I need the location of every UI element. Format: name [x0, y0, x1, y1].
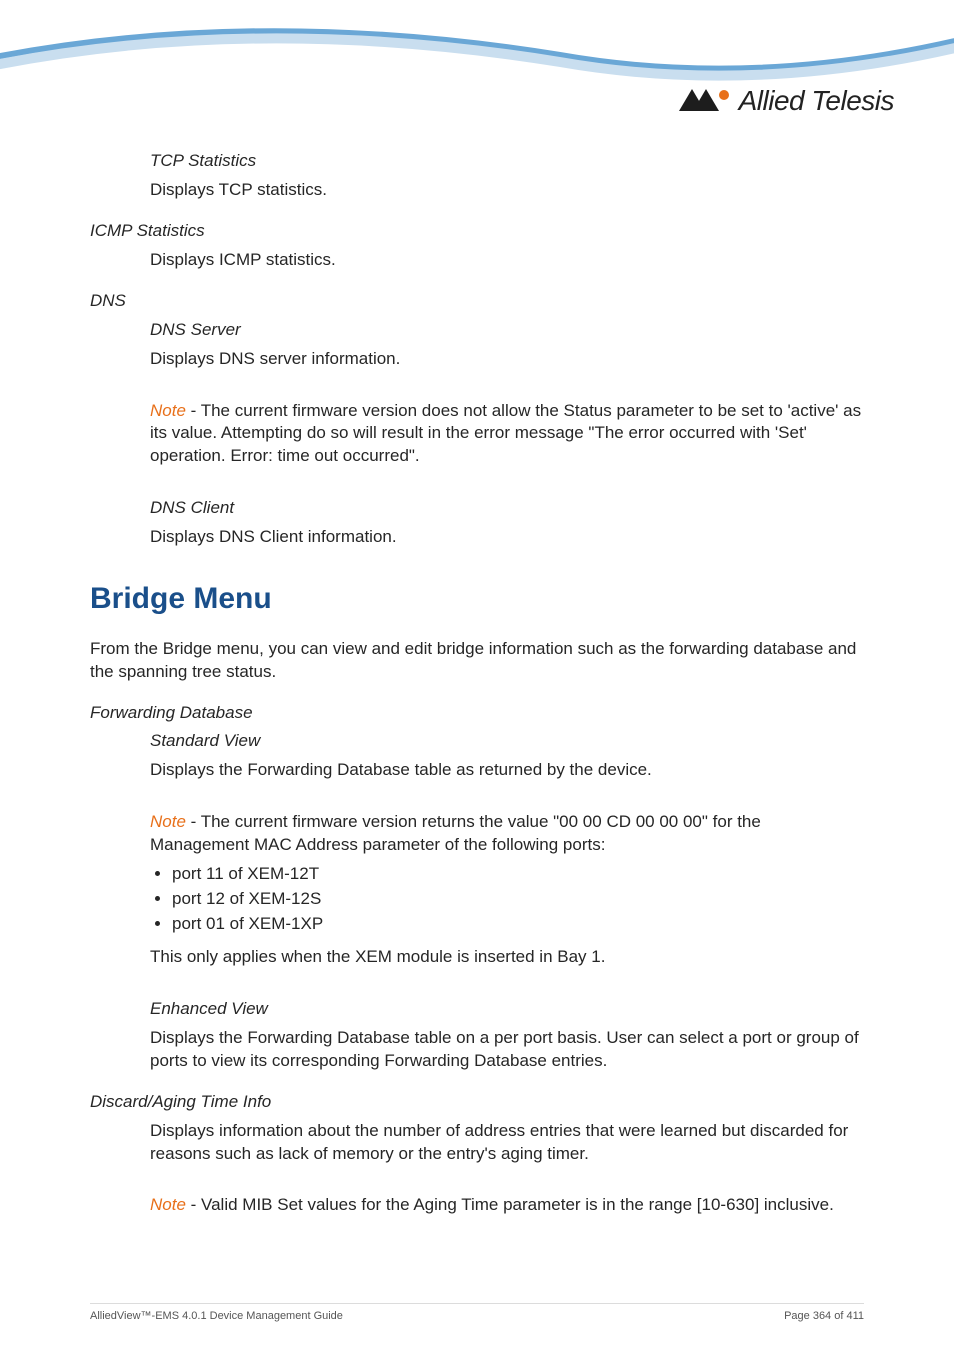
discard-aging-title: Discard/Aging Time Info [90, 1091, 864, 1114]
tcp-statistics-title: TCP Statistics [150, 150, 864, 173]
fdb-enhanced-view-body: Displays the Forwarding Database table o… [150, 1027, 864, 1073]
brand-logo: Allied Telesis [679, 85, 894, 117]
page-content: TCP Statistics Displays TCP statistics. … [0, 150, 954, 1275]
dns-server-body: Displays DNS server information. [150, 348, 864, 371]
note-label: Note [150, 1195, 186, 1214]
dns-note: Note - The current firmware version does… [150, 400, 864, 469]
list-item: port 11 of XEM-12T [172, 863, 864, 886]
dns-title: DNS [90, 290, 864, 313]
fdb-standard-view-title: Standard View [150, 730, 864, 753]
dns-client-body: Displays DNS Client information. [150, 526, 864, 549]
discard-aging-body: Displays information about the number of… [90, 1120, 864, 1166]
dns-block: DNS DNS Server Displays DNS server infor… [90, 290, 864, 549]
logo-mark-icon [679, 87, 733, 115]
list-item: port 12 of XEM-12S [172, 888, 864, 911]
icmp-statistics-body: Displays ICMP statistics. [90, 249, 864, 272]
footer-left: AlliedView™-EMS 4.0.1 Device Management … [90, 1310, 343, 1322]
footer-right: Page 364 of 411 [784, 1310, 864, 1322]
fdb-title: Forwarding Database [90, 702, 864, 725]
header-swoosh [0, 0, 954, 150]
note-label: Note [150, 401, 186, 420]
note-label: Note [150, 812, 186, 831]
page-header: Allied Telesis [0, 0, 954, 150]
dns-note-body: - The current firmware version does not … [150, 401, 861, 466]
fdb-after-bullets: This only applies when the XEM module is… [90, 946, 864, 969]
tcp-statistics-body: Displays TCP statistics. [150, 179, 864, 202]
discard-aging-block: Discard/Aging Time Info Displays informa… [90, 1091, 864, 1218]
discard-aging-note-body: - Valid MIB Set values for the Aging Tim… [186, 1195, 834, 1214]
fdb-note-body: - The current firmware version returns t… [150, 812, 761, 854]
fdb-enhanced-view-title: Enhanced View [150, 998, 864, 1021]
bridge-intro: From the Bridge menu, you can view and e… [90, 638, 864, 684]
dns-server-title: DNS Server [150, 319, 864, 342]
fdb-ports-list: port 11 of XEM-12T port 12 of XEM-12S po… [90, 863, 864, 936]
icmp-statistics-title: ICMP Statistics [90, 220, 864, 243]
icmp-statistics-block: ICMP Statistics Displays ICMP statistics… [90, 220, 864, 272]
discard-aging-note: Note - Valid MIB Set values for the Agin… [150, 1194, 864, 1217]
tcp-statistics-block: TCP Statistics Displays TCP statistics. [90, 150, 864, 202]
logo-text: Allied Telesis [739, 85, 894, 117]
fdb-standard-view-body: Displays the Forwarding Database table a… [150, 759, 864, 782]
list-item: port 01 of XEM-1XP [172, 913, 864, 936]
page-footer: AlliedView™-EMS 4.0.1 Device Management … [90, 1303, 864, 1322]
bridge-menu-heading: Bridge Menu [90, 579, 864, 620]
forwarding-database-block: Forwarding Database Standard View Displa… [90, 702, 864, 1073]
fdb-note: Note - The current firmware version retu… [150, 811, 864, 857]
dns-client-title: DNS Client [150, 497, 864, 520]
